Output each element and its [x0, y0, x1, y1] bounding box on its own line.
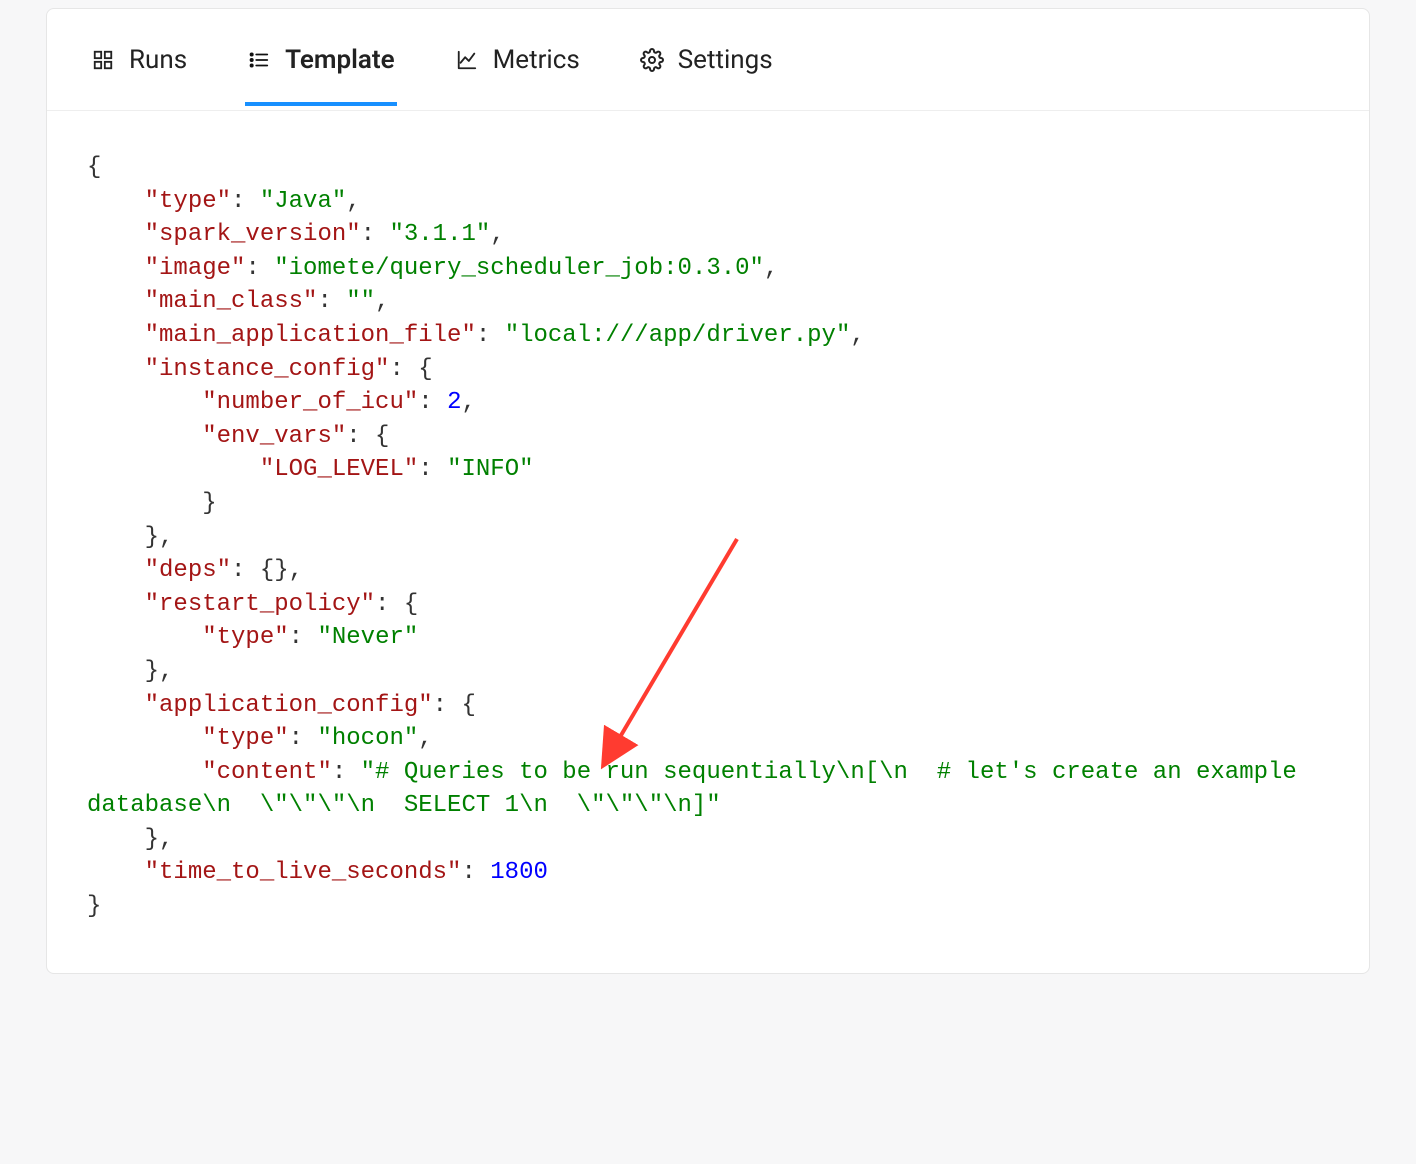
list-icon: [247, 48, 271, 72]
grid-icon: [91, 48, 115, 72]
tab-label: Template: [285, 45, 394, 75]
tab-label: Metrics: [493, 45, 580, 75]
tab-metrics[interactable]: Metrics: [453, 35, 582, 105]
template-json-viewer: { "type": "Java", "spark_version": "3.1.…: [47, 111, 1369, 974]
chart-line-icon: [455, 48, 479, 72]
gear-icon: [640, 48, 664, 72]
tab-runs[interactable]: Runs: [89, 35, 189, 105]
tab-label: Runs: [129, 45, 187, 75]
tabs-bar: Runs Template Metrics: [47, 9, 1369, 111]
tab-template[interactable]: Template: [245, 35, 396, 105]
content-card: Runs Template Metrics: [46, 8, 1370, 974]
tab-label: Settings: [678, 45, 773, 75]
tab-settings[interactable]: Settings: [638, 35, 775, 105]
